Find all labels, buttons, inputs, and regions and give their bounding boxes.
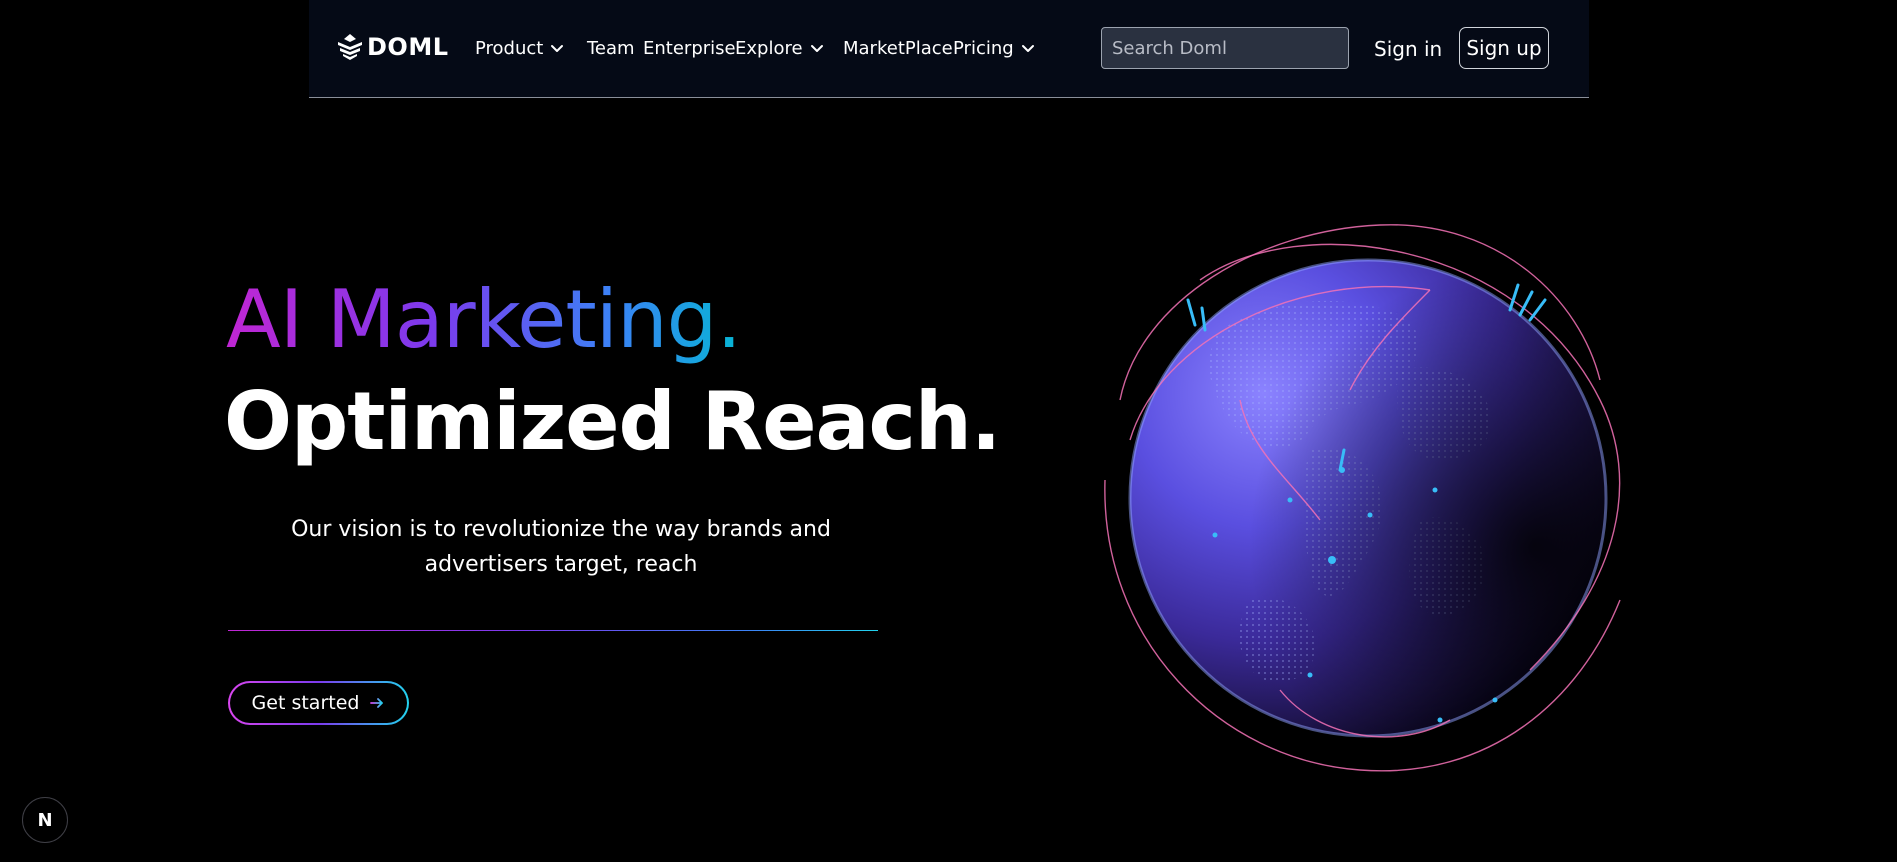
hero-subtitle: Our vision is to revolutionize the way b… bbox=[291, 517, 831, 577]
search-input[interactable] bbox=[1101, 27, 1349, 69]
framework-badge-label: N bbox=[37, 809, 53, 831]
signup-button[interactable]: Sign up bbox=[1459, 27, 1549, 69]
nav-item-pricing[interactable]: Pricing bbox=[953, 38, 1036, 60]
nav-item-team[interactable]: Team bbox=[587, 38, 635, 60]
logo-link[interactable]: DOML bbox=[335, 30, 449, 64]
nav-item-marketplace[interactable]: MarketPlace bbox=[843, 38, 953, 60]
signin-link[interactable]: Sign in bbox=[1374, 37, 1442, 61]
nav-item-label: Pricing bbox=[953, 38, 1014, 59]
nav-item-explore[interactable]: Explore bbox=[735, 38, 825, 60]
hero-title-gradient: AI Marketing. bbox=[226, 273, 742, 366]
nav-item-label: Team bbox=[587, 38, 635, 59]
arrow-right-icon bbox=[370, 698, 384, 708]
get-started-label: Get started bbox=[251, 692, 360, 714]
framework-badge[interactable]: N bbox=[22, 797, 68, 843]
logo-text: DOML bbox=[367, 33, 449, 61]
nav-item-product[interactable]: Product bbox=[475, 38, 565, 60]
chevron-down-icon bbox=[551, 45, 564, 52]
hero-title-white: Optimized Reach. bbox=[224, 375, 1001, 468]
chevron-down-icon bbox=[810, 45, 823, 52]
nav-item-enterprise[interactable]: Enterprise bbox=[643, 38, 736, 60]
glowing-globe-illustration bbox=[1104, 224, 1621, 772]
hero-divider bbox=[228, 630, 878, 631]
layered-diamond-logo-icon bbox=[338, 34, 362, 60]
nav-item-label: Enterprise bbox=[643, 38, 736, 59]
nav-item-label: Product bbox=[475, 38, 544, 59]
top-navbar: DOML Product Team Enterprise Explore Mar… bbox=[309, 0, 1589, 98]
get-started-button-inner: Get started bbox=[230, 683, 407, 723]
nav-item-label: Explore bbox=[735, 38, 803, 59]
nav-item-label: MarketPlace bbox=[843, 38, 953, 59]
chevron-down-icon bbox=[1021, 45, 1034, 52]
get-started-button[interactable]: Get started bbox=[228, 681, 409, 725]
